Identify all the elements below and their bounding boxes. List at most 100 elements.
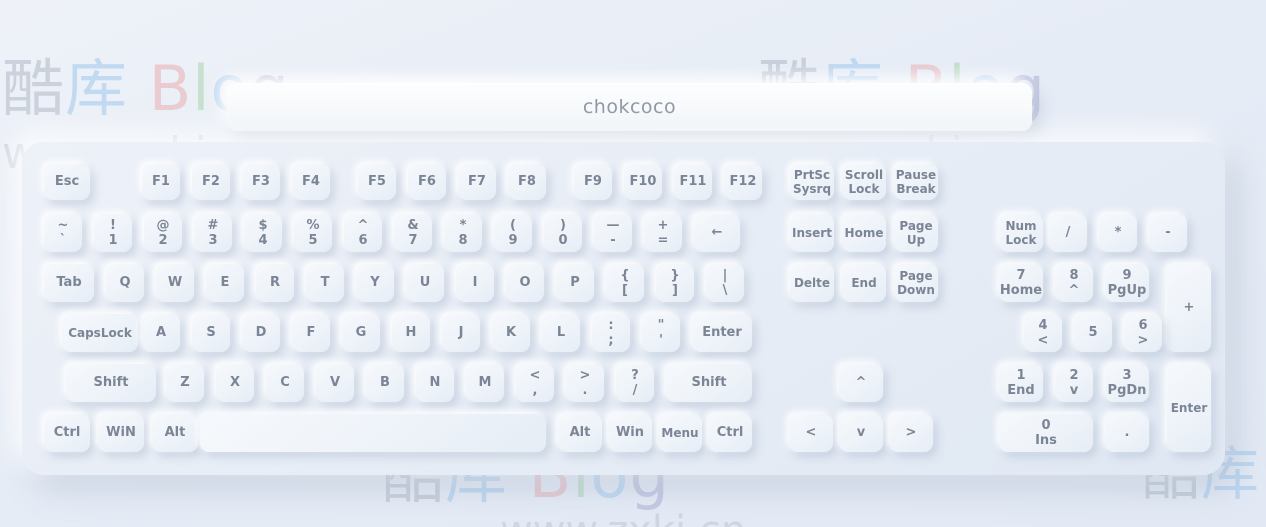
key-backslash[interactable]: | \ <box>706 264 744 302</box>
key-w[interactable]: W <box>156 264 194 302</box>
key-5[interactable]: % 5 <box>294 214 332 252</box>
key-f[interactable]: F <box>292 314 330 352</box>
key-home[interactable]: Home <box>842 214 886 252</box>
key-f11[interactable]: F11 <box>674 164 712 200</box>
key-pause-break[interactable]: Pause Break <box>894 164 938 200</box>
key-g[interactable]: G <box>342 314 380 352</box>
key-comma[interactable]: <, <box>516 364 554 402</box>
key-n[interactable]: N <box>416 364 454 402</box>
key-numpad-1[interactable]: 1 End <box>999 364 1043 402</box>
key-numpad-3[interactable]: 3 PgDn <box>1105 364 1149 402</box>
key-page-down[interactable]: Page Down <box>894 264 938 302</box>
key-end[interactable]: End <box>842 264 886 302</box>
key-numpad-decimal[interactable]: . <box>1105 414 1149 452</box>
key-q[interactable]: Q <box>106 264 144 302</box>
key-d[interactable]: D <box>242 314 280 352</box>
key-f5[interactable]: F5 <box>358 164 396 200</box>
key-1[interactable]: ! 1 <box>94 214 132 252</box>
key-numpad-subtract[interactable]: - <box>1149 214 1187 252</box>
key-r[interactable]: R <box>256 264 294 302</box>
key-numpad-divide[interactable]: / <box>1049 214 1087 252</box>
key-f6[interactable]: F6 <box>408 164 446 200</box>
key-6[interactable]: ^ 6 <box>344 214 382 252</box>
key-numpad-8[interactable]: 8 ^ <box>1055 264 1093 302</box>
key-escape[interactable]: Esc <box>44 164 90 200</box>
key-f2[interactable]: F2 <box>192 164 230 200</box>
key-3[interactable]: #3 <box>194 214 232 252</box>
key-h[interactable]: H <box>392 314 430 352</box>
key-l[interactable]: L <box>542 314 580 352</box>
key-tab[interactable]: Tab <box>44 264 94 302</box>
key-shift-left[interactable]: Shift <box>66 364 156 402</box>
key-f1[interactable]: F1 <box>142 164 180 200</box>
key-f12[interactable]: F12 <box>724 164 762 200</box>
key-x[interactable]: X <box>216 364 254 402</box>
key-numpad-6[interactable]: 6 > <box>1124 314 1162 352</box>
key-numpad-9[interactable]: 9 PgUp <box>1105 264 1149 302</box>
key-4[interactable]: $4 <box>244 214 282 252</box>
key-s[interactable]: S <box>192 314 230 352</box>
key-alt-right[interactable]: Alt <box>558 414 602 452</box>
key-t[interactable]: T <box>306 264 344 302</box>
key-space[interactable] <box>200 414 546 452</box>
key-numpad-enter[interactable]: Enter <box>1167 364 1211 452</box>
key-caps-lock[interactable]: CapsLock <box>62 314 138 352</box>
key-f10[interactable]: F10 <box>624 164 662 200</box>
key-arrow-up[interactable]: ^ <box>839 364 883 402</box>
key-shift-right[interactable]: Shift <box>666 364 752 402</box>
key-delete[interactable]: Delte <box>790 264 834 302</box>
key-7[interactable]: & 7 <box>394 214 432 252</box>
key-numpad-0[interactable]: 0 Ins <box>999 414 1093 452</box>
key-scroll-lock[interactable]: Scroll Lock <box>842 164 886 200</box>
key-f3[interactable]: F3 <box>242 164 280 200</box>
key-e[interactable]: E <box>206 264 244 302</box>
key-j[interactable]: J <box>442 314 480 352</box>
key-a[interactable]: A <box>142 314 180 352</box>
key-8[interactable]: * 8 <box>444 214 482 252</box>
key-f8[interactable]: F8 <box>508 164 546 200</box>
key-m[interactable]: M <box>466 364 504 402</box>
key-semicolon[interactable]: :; <box>592 314 630 352</box>
key-numpad-2[interactable]: 2v <box>1055 364 1093 402</box>
key-slash[interactable]: ? / <box>616 364 654 402</box>
key-z[interactable]: Z <box>166 364 204 402</box>
key-c[interactable]: C <box>266 364 304 402</box>
key-quote[interactable]: " ' <box>642 314 680 352</box>
key-9[interactable]: (9 <box>494 214 532 252</box>
key-win-left[interactable]: WiN <box>98 414 144 452</box>
key-backquote[interactable]: ~ ` <box>44 214 82 252</box>
key-k[interactable]: K <box>492 314 530 352</box>
key-numpad-5[interactable]: 5 <box>1074 314 1112 352</box>
key-print-screen[interactable]: PrtSc Sysrq <box>790 164 834 200</box>
key-numpad-multiply[interactable]: * <box>1099 214 1137 252</box>
key-page-up[interactable]: Page Up <box>894 214 938 252</box>
key-f4[interactable]: F4 <box>292 164 330 200</box>
key-f9[interactable]: F9 <box>574 164 612 200</box>
key-enter[interactable]: Enter <box>692 314 752 352</box>
key-bracket-left[interactable]: {[ <box>606 264 644 302</box>
key-2[interactable]: @2 <box>144 214 182 252</box>
key-arrow-right[interactable]: > <box>889 414 933 452</box>
key-ctrl-left[interactable]: Ctrl <box>44 414 90 452</box>
key-numpad-7[interactable]: 7 Home <box>999 264 1043 302</box>
key-v[interactable]: V <box>316 364 354 402</box>
key-alt-left[interactable]: Alt <box>152 414 198 452</box>
key-arrow-left[interactable]: < <box>789 414 833 452</box>
key-bracket-right[interactable]: }] <box>656 264 694 302</box>
key-insert[interactable]: Insert <box>790 214 834 252</box>
key-o[interactable]: O <box>506 264 544 302</box>
key-y[interactable]: Y <box>356 264 394 302</box>
key-win-right[interactable]: Win <box>608 414 652 452</box>
key-equal[interactable]: + = <box>644 214 682 252</box>
key-numpad-4[interactable]: 4 < <box>1024 314 1062 352</box>
key-numpad-add[interactable]: + <box>1167 264 1211 352</box>
key-period[interactable]: >. <box>566 364 604 402</box>
key-i[interactable]: I <box>456 264 494 302</box>
key-f7[interactable]: F7 <box>458 164 496 200</box>
key-p[interactable]: P <box>556 264 594 302</box>
key-0[interactable]: ) 0 <box>544 214 582 252</box>
key-b[interactable]: B <box>366 364 404 402</box>
key-menu[interactable]: Menu <box>658 414 702 452</box>
key-backspace[interactable]: ← <box>694 214 740 252</box>
key-ctrl-right[interactable]: Ctrl <box>708 414 752 452</box>
